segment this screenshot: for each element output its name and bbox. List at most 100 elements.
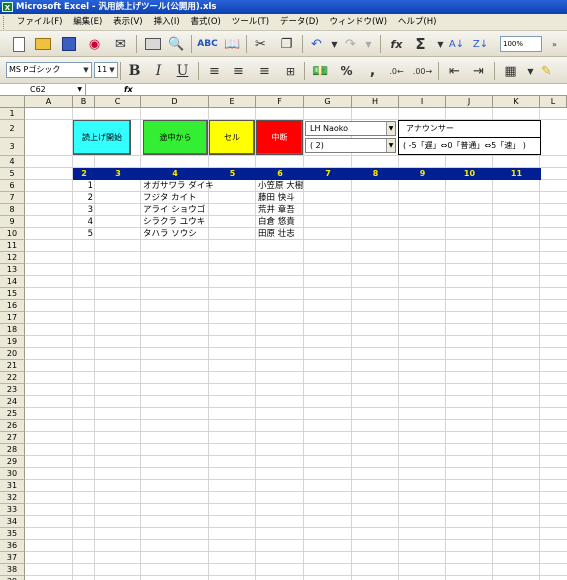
stop-button[interactable]: 中断 [256,120,303,155]
decrease-indent-icon[interactable]: ⇤ [444,61,465,81]
column-header-f[interactable]: F [256,96,304,108]
row-header[interactable]: 19 [0,336,25,348]
borders-icon[interactable]: ▦ [500,61,521,81]
row-header[interactable]: 7 [0,192,25,204]
kanji-name-cell[interactable]: 白倉 悠貴 [258,217,295,228]
bold-button[interactable]: B [124,61,145,81]
font-name-select[interactable]: MS Pゴシック ▼ [6,62,92,78]
nav-number[interactable]: 10 [446,168,493,180]
italic-button[interactable]: I [148,61,169,81]
insert-function-icon[interactable]: fx [386,34,407,54]
column-header-g[interactable]: G [304,96,352,108]
nav-number[interactable]: 4 [141,168,209,180]
column-header-j[interactable]: J [446,96,493,108]
zoom-select[interactable]: 100% [500,36,542,52]
row-header[interactable]: 5 [0,168,25,180]
row-header[interactable]: 35 [0,528,25,540]
row-header[interactable]: 18 [0,324,25,336]
kana-name-cell[interactable]: アライ ショウゴ [143,205,205,216]
row-header[interactable]: 38 [0,564,25,576]
row-header[interactable]: 32 [0,492,25,504]
menu-edit[interactable]: 編集(E) [69,14,106,31]
increase-indent-icon[interactable]: ⇥ [468,61,489,81]
column-header-e[interactable]: E [209,96,256,108]
kanji-name-cell[interactable]: 田原 壮志 [258,229,295,240]
align-left-icon[interactable]: ≡ [204,61,225,81]
row-header[interactable]: 2 [0,120,25,138]
column-header-a[interactable]: A [25,96,73,108]
decrease-decimal-icon[interactable]: .00→ [412,61,433,81]
new-icon[interactable] [8,34,29,54]
row-header[interactable]: 1 [0,108,25,120]
nav-number[interactable]: 5 [209,168,256,180]
save-icon[interactable] [58,34,79,54]
menu-tools[interactable]: ツール(T) [228,14,273,31]
nav-number[interactable]: 3 [95,168,141,180]
autosum-icon[interactable]: Σ [410,34,431,54]
email-icon[interactable]: ✉ [110,34,131,54]
row-header[interactable]: 14 [0,276,25,288]
row-header[interactable]: 26 [0,420,25,432]
row-header[interactable]: 23 [0,384,25,396]
column-header-k[interactable]: K [493,96,540,108]
menu-file[interactable]: ファイル(F) [13,14,67,31]
row-number-cell[interactable]: 5 [73,229,93,240]
cut-icon[interactable]: ✂ [250,34,271,54]
row-header[interactable]: 3 [0,138,25,156]
row-header[interactable]: 27 [0,432,25,444]
row-header[interactable]: 24 [0,396,25,408]
row-header[interactable]: 30 [0,468,25,480]
row-header[interactable]: 36 [0,540,25,552]
row-header[interactable]: 20 [0,348,25,360]
row-header[interactable]: 13 [0,264,25,276]
row-header[interactable]: 9 [0,216,25,228]
row-number-cell[interactable]: 3 [73,205,93,216]
currency-icon[interactable]: 💵 [310,61,331,81]
percent-button[interactable]: % [336,61,357,81]
comma-button[interactable]: , [362,61,383,81]
print-icon[interactable] [142,34,163,54]
select-all-corner[interactable] [0,96,25,108]
nav-number[interactable]: 8 [352,168,399,180]
column-header-h[interactable]: H [352,96,399,108]
align-center-icon[interactable]: ≡ [228,61,249,81]
print-preview-icon[interactable]: 🔍 [166,34,187,54]
row-number-cell[interactable]: 4 [73,217,93,228]
open-icon[interactable] [32,34,53,54]
row-header[interactable]: 17 [0,312,25,324]
row-header[interactable]: 8 [0,204,25,216]
research-icon[interactable]: 📖 [222,34,243,54]
menu-view[interactable]: 表示(V) [109,14,146,31]
speed-select[interactable]: ( 2) ▼ [305,138,396,153]
column-header-i[interactable]: I [399,96,446,108]
row-header[interactable]: 29 [0,456,25,468]
fill-color-icon[interactable]: ✎ [536,61,557,81]
nav-number[interactable]: 6 [256,168,304,180]
formula-input[interactable] [140,84,567,96]
row-header[interactable]: 28 [0,444,25,456]
menu-data[interactable]: データ(D) [276,14,323,31]
kanji-name-cell[interactable]: 荒井 章吾 [258,205,295,216]
kanji-name-cell[interactable]: 小笠原 大樹 [258,181,303,192]
name-box[interactable]: C62 ▼ [2,84,86,96]
menu-window[interactable]: ウィンドウ(W) [325,14,391,31]
align-right-icon[interactable]: ≡ [254,61,275,81]
nav-number[interactable]: 9 [399,168,446,180]
spelling-icon[interactable]: ABC [197,34,218,54]
increase-decimal-icon[interactable]: .0← [386,61,407,81]
nav-number[interactable]: 2 [73,168,95,180]
kanji-name-cell[interactable]: 藤田 快斗 [258,193,295,204]
row-number-cell[interactable]: 2 [73,193,93,204]
row-header[interactable]: 4 [0,156,25,168]
row-header[interactable]: 12 [0,252,25,264]
permission-icon[interactable]: ◉ [84,34,105,54]
toolbar-options-icon[interactable]: » [544,34,565,54]
row-header[interactable]: 21 [0,360,25,372]
sort-ascending-icon[interactable]: A↓ [446,34,467,54]
cell-button[interactable]: セル [209,120,255,155]
row-header[interactable]: 31 [0,480,25,492]
column-header-l[interactable]: L [540,96,567,108]
redo-dropdown-icon[interactable]: ▼ [358,34,379,54]
read-start-button[interactable]: 読上げ開始 [73,120,131,155]
row-header[interactable]: 25 [0,408,25,420]
